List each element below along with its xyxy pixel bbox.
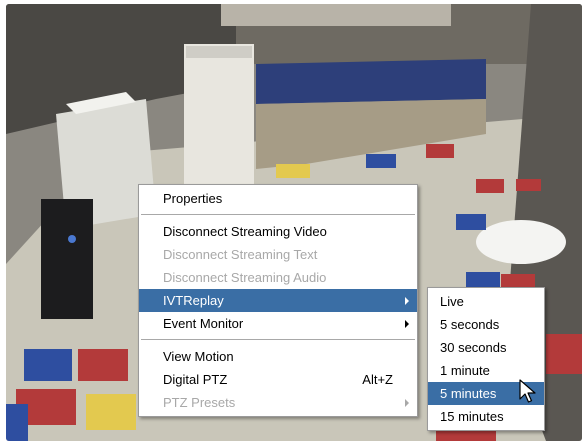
shortcut-label: Alt+Z [362, 372, 393, 387]
menu-item-view-motion[interactable]: View Motion [139, 345, 417, 368]
submenu-item-30-seconds[interactable]: 30 seconds [428, 336, 544, 359]
camera-context-menu: Properties Disconnect Streaming Video Di… [138, 184, 418, 417]
menu-item-disconnect-streaming-audio: Disconnect Streaming Audio [163, 270, 327, 285]
menu-item-event-monitor[interactable]: Event Monitor [139, 312, 417, 335]
menu-item-properties[interactable]: Properties [139, 187, 417, 210]
menu-separator [141, 214, 415, 216]
menu-item-disconnect-streaming-text: Disconnect Streaming Text [163, 247, 318, 262]
mouse-pointer-icon [519, 379, 537, 408]
ivtreplay-submenu: Live 5 seconds 30 seconds 1 minute 5 min… [427, 287, 545, 431]
triangle-right-icon [405, 297, 409, 305]
triangle-right-icon [405, 320, 409, 328]
menu-separator [141, 339, 415, 341]
submenu-item-15-minutes[interactable]: 15 minutes [428, 405, 544, 428]
menu-item-disconnect-streaming-video[interactable]: Disconnect Streaming Video [139, 220, 417, 243]
menu-item-ivtreplay[interactable]: IVTReplay [139, 289, 417, 312]
menu-item-digital-ptz[interactable]: Digital PTZ Alt+Z [139, 368, 417, 391]
submenu-item-live[interactable]: Live [428, 290, 544, 313]
menu-item-ptz-presets: PTZ Presets [139, 391, 417, 414]
submenu-item-5-seconds[interactable]: 5 seconds [428, 313, 544, 336]
triangle-right-icon [405, 399, 409, 407]
